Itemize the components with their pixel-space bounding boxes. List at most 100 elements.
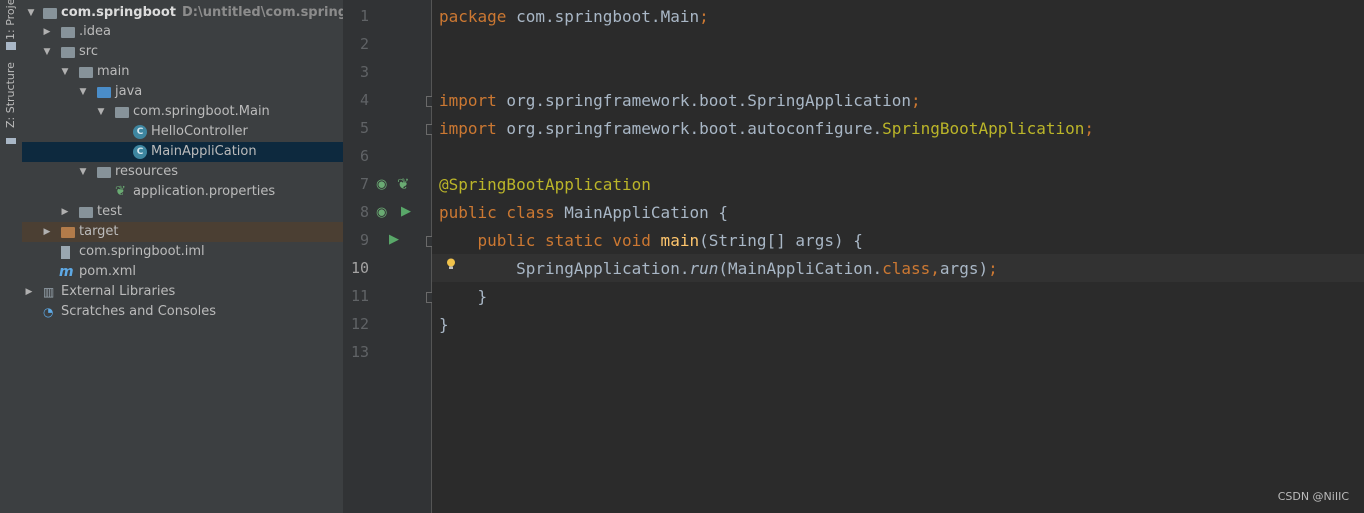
folder-icon (79, 207, 93, 218)
code-line-8: public class MainAppliCation { (439, 199, 728, 227)
tree-item-label: resources (115, 164, 179, 179)
line-number: 12 (350, 315, 369, 333)
tree-item-main[interactable]: ▼ main (22, 62, 343, 82)
keyword: class, (882, 259, 940, 278)
code-line-7: @SpringBootApplication (439, 171, 651, 199)
annotation-class: SpringBootApplication (882, 119, 1085, 138)
tree-item-src[interactable]: ▼ src (22, 42, 343, 62)
code-line-10: SpringApplication.run(MainAppliCation.cl… (439, 255, 998, 283)
tool-window-strip: 1: Project Z: Structure (0, 0, 23, 513)
code-text: SpringApplication. (439, 259, 690, 278)
line-number: 4 (359, 91, 369, 109)
expand-arrow-icon[interactable]: ▶ (42, 222, 52, 242)
watermark: CSDN @NiIIC (1277, 490, 1349, 503)
package-icon (115, 107, 129, 118)
line-number: 5 (359, 119, 369, 137)
expand-arrow-icon[interactable]: ▶ (60, 202, 70, 222)
method-name: main (650, 231, 700, 250)
structure-icon (6, 138, 16, 144)
collapse-arrow-icon[interactable]: ▼ (26, 3, 36, 23)
tree-item-application-properties[interactable]: ❦ application.properties (22, 182, 343, 202)
collapse-arrow-icon[interactable]: ▼ (96, 102, 106, 122)
maven-icon: m (59, 264, 74, 280)
spring-leaf-icon[interactable]: ❦ (397, 175, 410, 193)
expand-arrow-icon[interactable]: ▶ (42, 22, 52, 42)
line-number: 7 (359, 175, 369, 193)
excluded-folder-icon (61, 227, 75, 238)
method-params: (String[] args) { (699, 231, 863, 250)
code-line-11: } (439, 283, 488, 311)
tree-item-label: application.properties (133, 184, 276, 199)
library-icon: ▥ (43, 285, 55, 299)
keyword: import (439, 119, 497, 138)
tree-item-label: target (79, 224, 119, 239)
tree-item-scratches[interactable]: ◔ Scratches and Consoles (22, 302, 343, 322)
line-number-current: 10 (350, 259, 369, 277)
code-text: } (439, 287, 488, 306)
keyword: public class (439, 203, 555, 222)
import-path: org.springframework.boot.autoconfigure. (496, 119, 883, 138)
tree-item-label: .idea (79, 24, 111, 39)
line-number: 3 (359, 63, 369, 81)
spring-bean-icon[interactable]: ◉ (376, 205, 387, 220)
tree-item-hellocontroller[interactable]: C HelloController (22, 122, 343, 142)
code-editor[interactable]: package com.springboot.Main; import org.… (432, 0, 1364, 513)
line-number: 1 (359, 7, 369, 25)
line-number: 13 (350, 343, 369, 361)
collapse-arrow-icon[interactable]: ▼ (60, 62, 70, 82)
expand-arrow-icon[interactable]: ▶ (24, 282, 34, 302)
folder-icon (6, 42, 16, 50)
semicolon: ; (1084, 119, 1095, 138)
folder-icon (79, 67, 93, 78)
project-tab-label: 1: Project (4, 0, 17, 40)
tree-item-java[interactable]: ▼ java (22, 82, 343, 102)
tree-item-label: pom.xml (79, 264, 136, 279)
line-number: 2 (359, 35, 369, 53)
line-number: 9 (359, 231, 369, 249)
code-line-12: } (439, 311, 449, 339)
code-text: args) (939, 259, 989, 278)
tree-item-pom[interactable]: m pom.xml (22, 262, 343, 282)
spring-bean-icon[interactable]: ◉ (376, 177, 387, 192)
root-name: com.springboot (61, 5, 176, 20)
tree-item-label: com.springboot.Main (133, 104, 270, 119)
code-line-1: package com.springboot.Main; (439, 3, 709, 31)
tree-item-target[interactable]: ▶ target (22, 222, 343, 242)
tree-item-label: java (115, 84, 143, 99)
code-line-4: import org.springframework.boot.SpringAp… (439, 87, 921, 115)
tree-item-iml[interactable]: com.springboot.iml (22, 242, 343, 262)
project-panel: ▼ com.springboot D:\untitled\com.springbo… (22, 0, 381, 513)
collapse-arrow-icon[interactable]: ▼ (42, 42, 52, 62)
tree-root[interactable]: ▼ com.springboot D:\untitled\com.springbo… (22, 3, 381, 23)
collapse-arrow-icon[interactable]: ▼ (78, 162, 88, 182)
tree-item-label: MainAppliCation (151, 144, 257, 159)
tree-item-package[interactable]: ▼ com.springboot.Main (22, 102, 343, 122)
tree-item-label: src (79, 44, 98, 59)
tree-item-label: HelloController (151, 124, 248, 139)
tree-item-external-libraries[interactable]: ▶ ▥ External Libraries (22, 282, 343, 302)
tree-item-label: External Libraries (61, 284, 176, 299)
line-number: 11 (350, 287, 369, 305)
spring-leaf-icon: ❦ (115, 184, 126, 199)
tree-item-test[interactable]: ▶ test (22, 202, 343, 222)
run-icon[interactable]: ▶ (401, 204, 411, 219)
structure-tool-tab[interactable]: Z: Structure (0, 62, 22, 150)
keyword: package (439, 7, 507, 26)
tree-item-resources[interactable]: ▼ resources (22, 162, 343, 182)
tree-item-mainapplication[interactable]: C MainAppliCation (22, 142, 343, 162)
class-icon: C (133, 125, 147, 139)
scratches-icon: ◔ (43, 305, 54, 319)
code-line-9: public static void main(String[] args) { (439, 227, 863, 255)
tree-item-label: main (97, 64, 130, 79)
import-path: org.springframework.boot.SpringApplicati… (496, 91, 912, 110)
run-icon[interactable]: ▶ (389, 232, 399, 247)
keyword: public static void (439, 231, 651, 250)
spring-class-icon: C (133, 145, 147, 159)
code-text: } (439, 315, 449, 334)
tree-item-idea[interactable]: ▶ .idea (22, 22, 343, 42)
lightbulb-icon[interactable] (446, 258, 456, 270)
class-name: MainAppliCation { (554, 203, 728, 222)
project-tool-tab[interactable]: 1: Project (0, 0, 22, 55)
semicolon: ; (699, 7, 709, 26)
collapse-arrow-icon[interactable]: ▼ (78, 82, 88, 102)
